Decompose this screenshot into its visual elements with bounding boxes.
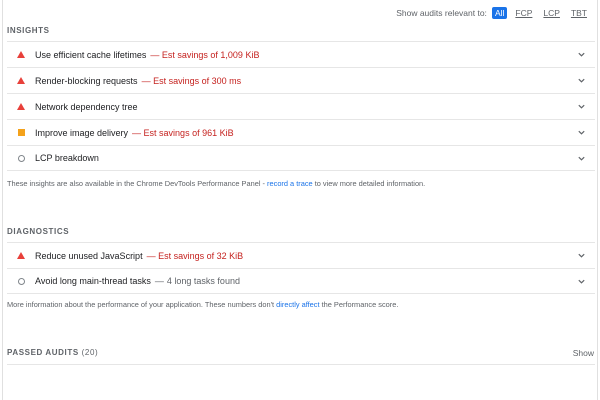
- filter-chip-all[interactable]: All: [491, 7, 508, 19]
- audit-row-unused-javascript[interactable]: Reduce unused JavaScript — Est savings o…: [7, 242, 595, 268]
- audit-title: Render-blocking requests: [35, 75, 138, 86]
- audit-detail: 4 long tasks found: [166, 276, 240, 286]
- filter-chip-fcp[interactable]: FCP: [512, 7, 535, 19]
- fail-triangle-icon: [16, 76, 26, 86]
- passed-audits-count: (20): [81, 348, 99, 357]
- insights-note-text: These insights are also available in the…: [7, 179, 268, 188]
- filter-chip-lcp[interactable]: LCP: [540, 7, 563, 19]
- chevron-down-icon[interactable]: [577, 50, 586, 59]
- directly-affect-link[interactable]: directly affect: [276, 300, 319, 309]
- show-passed-audits-button[interactable]: Show: [573, 348, 594, 358]
- diagnostics-heading: DIAGNOSTICS: [7, 227, 70, 236]
- audit-savings: — Est savings of 961 KiB: [132, 127, 234, 138]
- fail-triangle-icon: [16, 50, 26, 60]
- audit-savings: — Est savings of 1,009 KiB: [150, 49, 260, 60]
- audit-filter: Show audits relevant to: All FCP LCP TBT: [396, 7, 590, 19]
- insights-note: These insights are also available in the…: [7, 179, 425, 188]
- insights-heading: INSIGHTS: [7, 26, 50, 35]
- fail-triangle-icon: [16, 251, 26, 261]
- fail-triangle-icon: [16, 102, 26, 112]
- audit-title: Avoid long main-thread tasks: [35, 276, 151, 286]
- audit-row-lcp-breakdown[interactable]: LCP breakdown: [7, 145, 595, 171]
- audit-row-cache-lifetimes[interactable]: Use efficient cache lifetimes — Est savi…: [7, 41, 595, 67]
- divider: [7, 364, 595, 365]
- audit-row-render-blocking[interactable]: Render-blocking requests — Est savings o…: [7, 67, 595, 93]
- average-square-icon: [16, 128, 26, 138]
- audit-title: Reduce unused JavaScript: [35, 250, 143, 261]
- audit-row-network-tree[interactable]: Network dependency tree: [7, 93, 595, 119]
- audit-savings: — Est savings of 32 KiB: [146, 250, 244, 261]
- diagnostics-note: More information about the performance o…: [7, 300, 398, 309]
- insights-list: Use efficient cache lifetimes — Est savi…: [7, 41, 595, 171]
- audit-detail-separator: —: [154, 276, 164, 286]
- diagnostics-list: Reduce unused JavaScript — Est savings o…: [7, 242, 595, 294]
- audit-title: Use efficient cache lifetimes: [35, 49, 147, 60]
- chevron-down-icon[interactable]: [577, 251, 586, 260]
- passed-audits-heading[interactable]: PASSED AUDITS (20): [7, 348, 98, 357]
- chevron-down-icon[interactable]: [577, 277, 586, 286]
- chevron-down-icon[interactable]: [577, 154, 586, 163]
- audit-title: Network dependency tree: [35, 101, 138, 112]
- audit-title: Improve image delivery: [35, 127, 129, 138]
- chevron-down-icon[interactable]: [577, 102, 586, 111]
- record-trace-link[interactable]: record a trace: [267, 179, 313, 188]
- diagnostics-note-suffix: the Performance score.: [319, 300, 399, 309]
- chevron-down-icon[interactable]: [577, 76, 586, 85]
- audit-filter-label: Show audits relevant to:: [396, 8, 487, 18]
- chevron-down-icon[interactable]: [577, 128, 586, 137]
- insights-note-suffix: to view more detailed information.: [312, 179, 426, 188]
- audit-title: LCP breakdown: [35, 153, 99, 163]
- passed-audits-title: PASSED AUDITS: [7, 348, 79, 357]
- diagnostics-note-text: More information about the performance o…: [7, 300, 277, 309]
- audit-savings: — Est savings of 300 ms: [141, 75, 242, 86]
- filter-chip-tbt[interactable]: TBT: [568, 7, 590, 19]
- audit-row-long-tasks[interactable]: Avoid long main-thread tasks — 4 long ta…: [7, 268, 595, 294]
- info-circle-icon: [16, 153, 26, 163]
- info-circle-icon: [16, 276, 26, 286]
- audit-row-image-delivery[interactable]: Improve image delivery — Est savings of …: [7, 119, 595, 145]
